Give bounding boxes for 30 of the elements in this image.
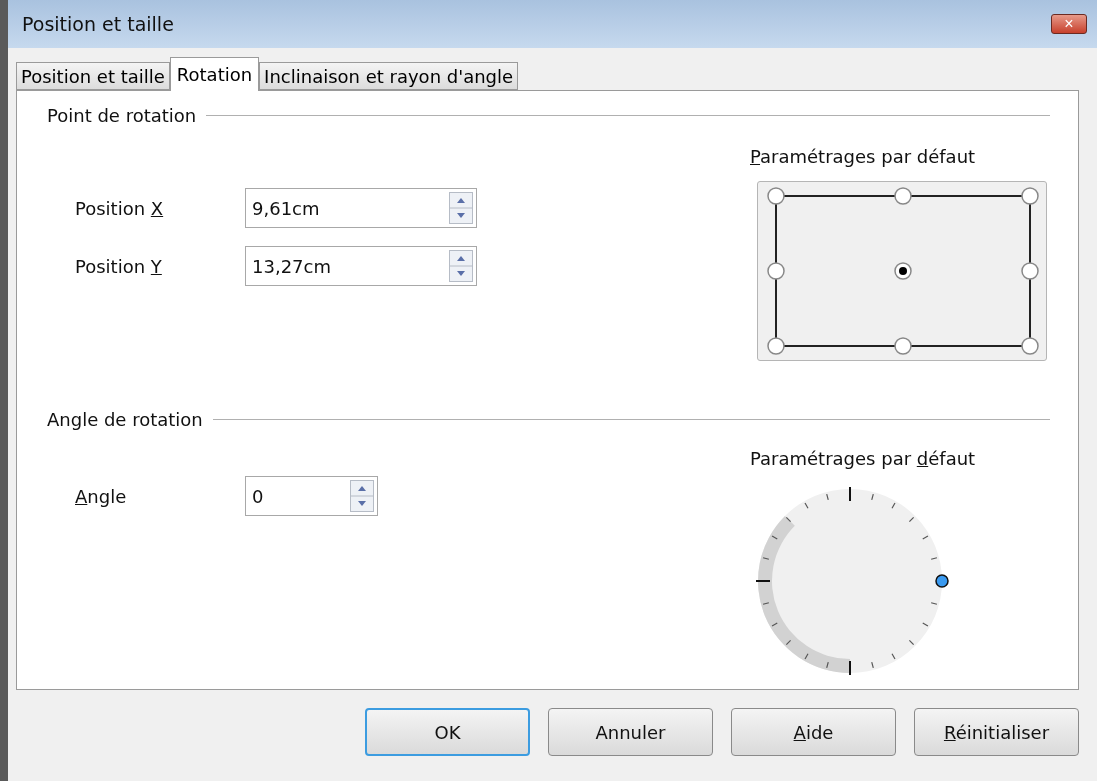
spin-arrows-icon[interactable] [350,480,374,512]
tab[interactable]: Position et taille [16,62,170,90]
dialog-button[interactable]: Annuler [548,708,713,756]
section-heading: Angle de rotation [47,409,203,430]
spin-field[interactable]: 9,61cm [245,188,477,228]
window-title: Position et taille [22,13,174,35]
field-label: Position X [75,197,165,219]
tab[interactable]: Inclinaison et rayon d'angle [259,62,519,90]
tab[interactable]: Rotation [169,57,260,91]
radio-button[interactable] [1021,337,1039,355]
dialog-button[interactable]: OK [365,708,530,756]
spin-field[interactable]: 0 [245,476,378,516]
dialog-button[interactable]: Aide [731,708,896,756]
spin-arrows-icon[interactable] [449,192,473,224]
radio-button[interactable] [767,337,785,355]
radio-button[interactable] [767,262,785,280]
radio-button[interactable] [1021,262,1039,280]
defaults-label: Paramétrages par défaut [750,448,977,469]
radio-button[interactable] [894,187,912,205]
defaults-label: Paramétrages par défaut [750,146,977,167]
radio-button[interactable] [767,187,785,205]
radio-button[interactable] [894,262,912,280]
field-label: Position Y [75,255,163,277]
field-label: Angle [75,485,128,507]
radio-button[interactable] [1021,187,1039,205]
spin-field[interactable]: 13,27cm [245,246,477,286]
dialog-button[interactable]: Réinitialiser [914,708,1079,756]
radio-button[interactable] [894,337,912,355]
spin-arrows-icon[interactable] [449,250,473,282]
section-heading: Point de rotation [47,105,197,126]
